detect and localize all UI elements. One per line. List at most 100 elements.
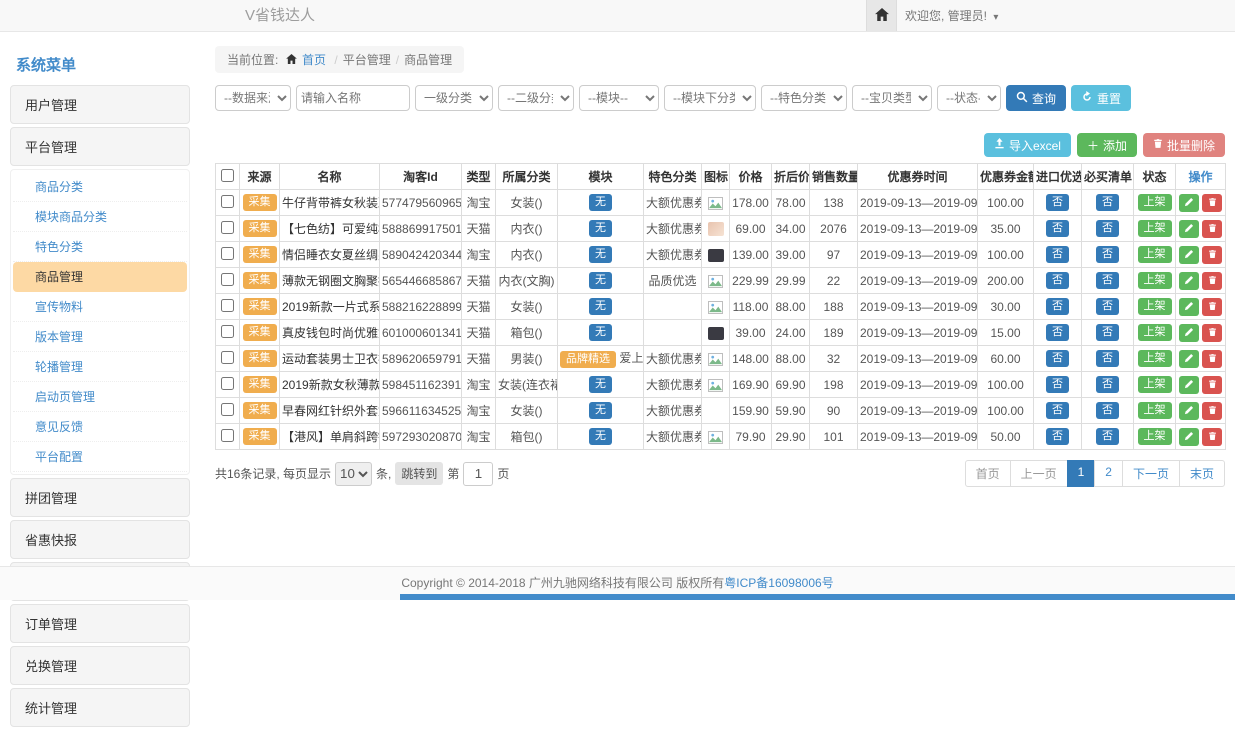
batch-delete-button[interactable]: 批量删除	[1143, 133, 1225, 157]
filter-select-2[interactable]: --模块--	[579, 85, 659, 111]
module-badge[interactable]: 无	[589, 272, 612, 289]
filter-select-3[interactable]: --模块下分类--	[664, 85, 756, 111]
must-buy-toggle[interactable]: 否	[1096, 246, 1119, 263]
edit-button[interactable]	[1179, 272, 1199, 290]
edit-button[interactable]	[1179, 402, 1199, 420]
sidebar-item-省惠快报[interactable]: 省惠快报	[10, 520, 190, 559]
status-badge[interactable]: 上架	[1138, 220, 1172, 237]
edit-button[interactable]	[1179, 246, 1199, 264]
import-select-toggle[interactable]: 否	[1046, 376, 1069, 393]
must-buy-toggle[interactable]: 否	[1096, 298, 1119, 315]
filter-select-4[interactable]: --特色分类--	[761, 85, 847, 111]
sidebar-item-轮播管理[interactable]: 轮播管理	[13, 352, 187, 382]
row-checkbox[interactable]	[221, 247, 234, 260]
must-buy-toggle[interactable]: 否	[1096, 220, 1119, 237]
module-badge[interactable]: 品牌精选	[560, 351, 616, 368]
pager-item-末页[interactable]: 末页	[1179, 460, 1225, 487]
sidebar-item-订单管理[interactable]: 订单管理	[10, 604, 190, 643]
edit-button[interactable]	[1179, 194, 1199, 212]
status-badge[interactable]: 上架	[1138, 402, 1172, 419]
sidebar-item-平台配置[interactable]: 平台配置	[13, 442, 187, 472]
delete-button[interactable]	[1202, 194, 1222, 212]
row-checkbox[interactable]	[221, 429, 234, 442]
select-all-checkbox[interactable]	[221, 169, 234, 182]
sidebar-item-商品管理[interactable]: 商品管理	[13, 262, 187, 292]
delete-button[interactable]	[1202, 402, 1222, 420]
row-checkbox[interactable]	[221, 221, 234, 234]
import-select-toggle[interactable]: 否	[1046, 402, 1069, 419]
status-badge[interactable]: 上架	[1138, 194, 1172, 211]
user-menu[interactable]: 欢迎您, 管理员! ▾	[905, 0, 998, 34]
filter-select-6[interactable]: --状态--	[937, 85, 1001, 111]
delete-button[interactable]	[1202, 350, 1222, 368]
pager-item-下一页[interactable]: 下一页	[1122, 460, 1180, 487]
sidebar-item-兑换管理[interactable]: 兑换管理	[10, 646, 190, 685]
must-buy-toggle[interactable]: 否	[1096, 376, 1119, 393]
delete-button[interactable]	[1202, 298, 1222, 316]
module-badge[interactable]: 无	[589, 220, 612, 237]
row-checkbox[interactable]	[221, 299, 234, 312]
status-badge[interactable]: 上架	[1138, 298, 1172, 315]
row-checkbox[interactable]	[221, 195, 234, 208]
filter-select-5[interactable]: --宝贝类型--	[852, 85, 932, 111]
module-badge[interactable]: 无	[589, 324, 612, 341]
status-badge[interactable]: 上架	[1138, 324, 1172, 341]
sidebar-item-统计管理[interactable]: 统计管理	[10, 688, 190, 727]
status-badge[interactable]: 上架	[1138, 272, 1172, 289]
status-badge[interactable]: 上架	[1138, 376, 1172, 393]
import-excel-button[interactable]: 导入excel	[984, 133, 1071, 157]
pager-item-2[interactable]: 2	[1094, 460, 1123, 487]
row-checkbox[interactable]	[221, 325, 234, 338]
sidebar-item-宣传物料[interactable]: 宣传物料	[13, 292, 187, 322]
edit-button[interactable]	[1179, 220, 1199, 238]
breadcrumb-home-link[interactable]: 首页	[302, 53, 326, 67]
module-badge[interactable]: 无	[589, 298, 612, 315]
delete-button[interactable]	[1202, 246, 1222, 264]
pager-item-1[interactable]: 1	[1067, 460, 1096, 487]
filter-select-data-source[interactable]: --数据来源--	[215, 85, 291, 111]
sidebar-item-版本管理[interactable]: 版本管理	[13, 322, 187, 352]
row-checkbox[interactable]	[221, 351, 234, 364]
import-select-toggle[interactable]: 否	[1046, 220, 1069, 237]
delete-button[interactable]	[1202, 428, 1222, 446]
must-buy-toggle[interactable]: 否	[1096, 428, 1119, 445]
sidebar-item-平台管理[interactable]: 平台管理	[10, 127, 190, 166]
filter-select-0[interactable]: 一级分类	[415, 85, 493, 111]
edit-button[interactable]	[1179, 298, 1199, 316]
sidebar-item-用户管理[interactable]: 用户管理	[10, 85, 190, 124]
module-badge[interactable]: 无	[589, 376, 612, 393]
must-buy-toggle[interactable]: 否	[1096, 402, 1119, 419]
import-select-toggle[interactable]: 否	[1046, 272, 1069, 289]
sidebar-item-商品分类[interactable]: 商品分类	[13, 172, 187, 202]
import-select-toggle[interactable]: 否	[1046, 350, 1069, 367]
status-badge[interactable]: 上架	[1138, 246, 1172, 263]
reset-button[interactable]: 重置	[1071, 85, 1131, 111]
module-badge[interactable]: 无	[589, 246, 612, 263]
sidebar-item-启动页管理[interactable]: 启动页管理	[13, 382, 187, 412]
sidebar-item-模块商品分类[interactable]: 模块商品分类	[13, 202, 187, 232]
sidebar-item-特色分类[interactable]: 特色分类	[13, 232, 187, 262]
row-checkbox[interactable]	[221, 273, 234, 286]
must-buy-toggle[interactable]: 否	[1096, 272, 1119, 289]
edit-button[interactable]	[1179, 376, 1199, 394]
edit-button[interactable]	[1179, 428, 1199, 446]
import-select-toggle[interactable]: 否	[1046, 246, 1069, 263]
import-select-toggle[interactable]: 否	[1046, 428, 1069, 445]
delete-button[interactable]	[1202, 376, 1222, 394]
row-checkbox[interactable]	[221, 403, 234, 416]
edit-button[interactable]	[1179, 324, 1199, 342]
edit-button[interactable]	[1179, 350, 1199, 368]
search-button[interactable]: 查询	[1006, 85, 1066, 111]
delete-button[interactable]	[1202, 220, 1222, 238]
import-select-toggle[interactable]: 否	[1046, 194, 1069, 211]
add-button[interactable]: ＋ 添加	[1077, 133, 1137, 157]
must-buy-toggle[interactable]: 否	[1096, 194, 1119, 211]
must-buy-toggle[interactable]: 否	[1096, 350, 1119, 367]
jump-button[interactable]: 跳转到	[395, 462, 443, 485]
module-badge[interactable]: 无	[589, 402, 612, 419]
delete-button[interactable]	[1202, 324, 1222, 342]
status-badge[interactable]: 上架	[1138, 350, 1172, 367]
module-badge[interactable]: 无	[589, 428, 612, 445]
filter-select-1[interactable]: --二级分类--	[498, 85, 574, 111]
delete-button[interactable]	[1202, 272, 1222, 290]
